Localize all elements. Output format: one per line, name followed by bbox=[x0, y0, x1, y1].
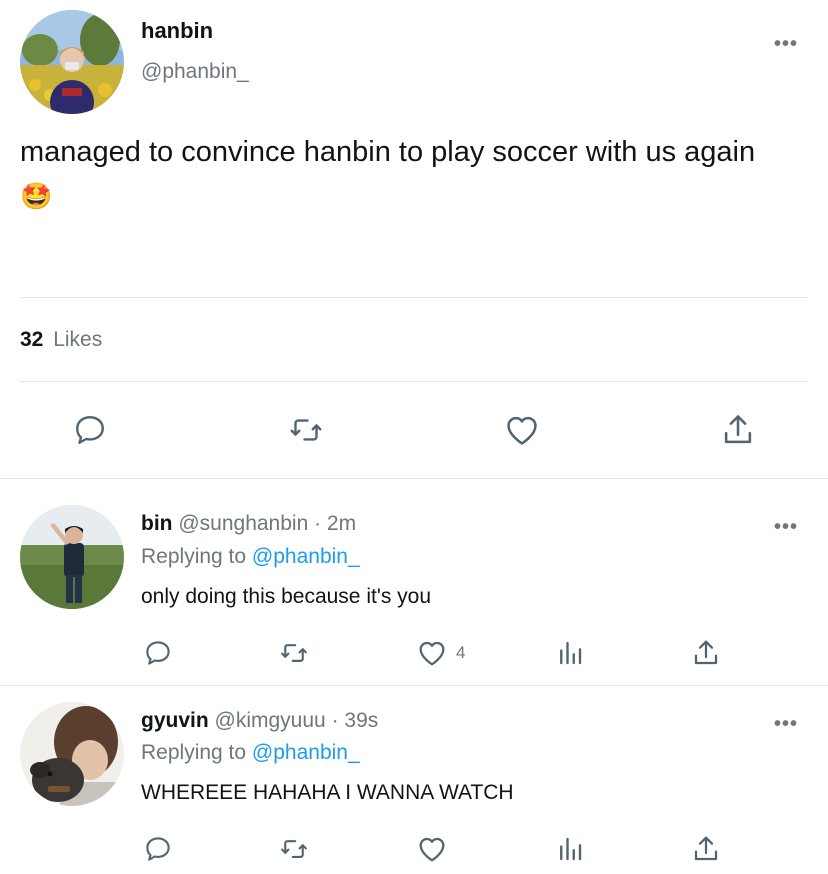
likes-summary[interactable]: 32 Likes bbox=[20, 328, 102, 352]
analytics-icon[interactable] bbox=[552, 636, 588, 670]
reply-text: WHEREEE HAHAHA I WANNA WATCH bbox=[141, 781, 514, 804]
reply-header: gyuvin @kimgyuuu · 39s bbox=[141, 709, 378, 733]
more-options-icon[interactable]: ••• bbox=[774, 517, 798, 537]
reply-display-name[interactable]: gyuvin bbox=[141, 709, 209, 732]
replying-to-link[interactable]: @phanbin_ bbox=[252, 741, 360, 764]
reply-avatar[interactable] bbox=[20, 505, 124, 609]
main-tweet-handle[interactable]: @phanbin_ bbox=[141, 60, 249, 84]
like-icon[interactable] bbox=[414, 636, 450, 670]
reply-handle[interactable]: @kimgyuuu bbox=[215, 709, 326, 732]
main-tweet-avatar[interactable] bbox=[20, 10, 124, 114]
replying-to: Replying to @phanbin_ bbox=[141, 545, 360, 569]
share-icon[interactable] bbox=[688, 636, 724, 670]
like-icon[interactable] bbox=[500, 410, 544, 450]
divider bbox=[0, 685, 828, 686]
retweet-icon[interactable] bbox=[276, 636, 312, 670]
like-icon[interactable] bbox=[414, 832, 450, 866]
reply-text: only doing this because it's you bbox=[141, 585, 432, 608]
reply-header: bin @sunghanbin · 2m bbox=[141, 512, 356, 536]
reply-icon[interactable] bbox=[140, 832, 176, 866]
share-icon[interactable] bbox=[688, 832, 724, 866]
star-struck-emoji: 🤩 bbox=[20, 181, 53, 211]
reply-time[interactable]: · 2m bbox=[314, 512, 356, 535]
reply-icon[interactable] bbox=[140, 636, 176, 670]
like-count: 4 bbox=[456, 643, 466, 662]
retweet-icon[interactable] bbox=[276, 832, 312, 866]
share-icon[interactable] bbox=[716, 410, 760, 450]
retweet-icon[interactable] bbox=[284, 410, 328, 450]
main-tweet-body: managed to convince hanbin to play socce… bbox=[20, 136, 756, 168]
more-options-icon[interactable]: ••• bbox=[774, 34, 798, 54]
reply-display-name[interactable]: bin bbox=[141, 512, 173, 535]
main-tweet-display-name[interactable]: hanbin bbox=[141, 18, 213, 44]
replying-to: Replying to @phanbin_ bbox=[141, 741, 360, 765]
replying-to-link[interactable]: @phanbin_ bbox=[252, 545, 360, 568]
replying-to-label: Replying to bbox=[141, 741, 247, 764]
reply-handle[interactable]: @sunghanbin bbox=[178, 512, 308, 535]
analytics-icon[interactable] bbox=[552, 832, 588, 866]
more-options-icon[interactable]: ••• bbox=[774, 714, 798, 734]
likes-count: 32 bbox=[20, 328, 44, 351]
reply-avatar[interactable] bbox=[20, 702, 124, 806]
divider bbox=[20, 381, 808, 382]
divider bbox=[20, 297, 808, 298]
divider bbox=[0, 478, 828, 479]
likes-label: Likes bbox=[53, 328, 103, 351]
main-tweet-text: managed to convince hanbin to play socce… bbox=[20, 130, 820, 218]
reply-icon[interactable] bbox=[68, 410, 112, 450]
reply-time[interactable]: · 39s bbox=[332, 709, 379, 732]
replying-to-label: Replying to bbox=[141, 545, 247, 568]
